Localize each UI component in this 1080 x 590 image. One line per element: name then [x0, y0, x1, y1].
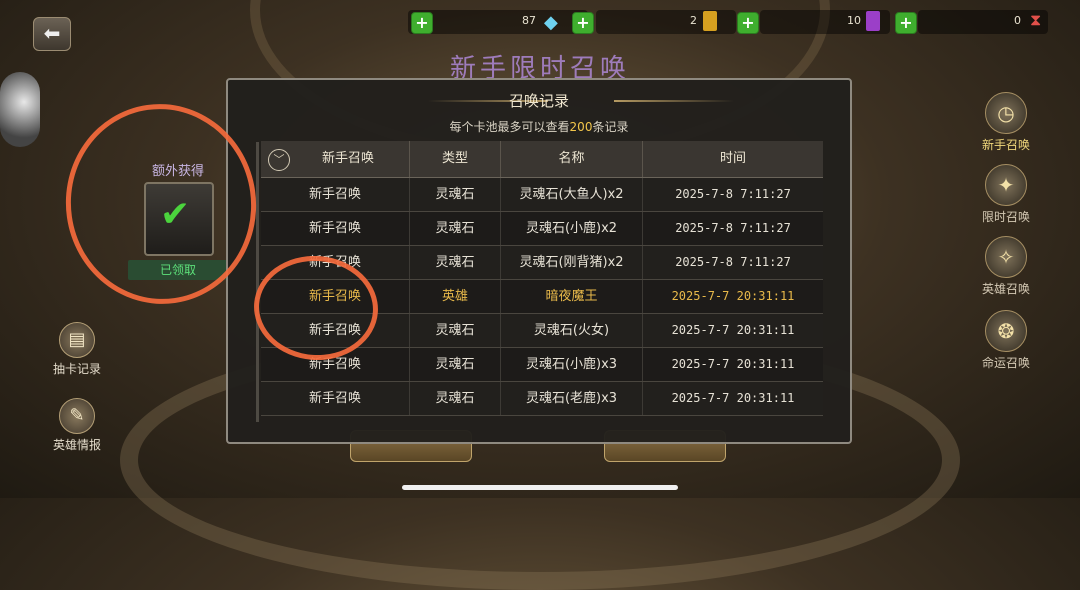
back-arrow-icon: ⬅ — [43, 21, 61, 45]
right-menu-fate-summon[interactable]: ❂ 命运召唤 — [966, 310, 1046, 371]
row-pool: 新手召唤 — [261, 178, 410, 211]
diamond-icon: ◆ — [544, 12, 558, 33]
emblem-icon: ✦ — [985, 164, 1027, 206]
gold-card-icon — [703, 11, 717, 31]
right-menu-label: 英雄召唤 — [981, 282, 1030, 296]
row-type: 灵魂石 — [410, 382, 501, 415]
row-time: 2025-7-8 7:11:27 — [675, 187, 791, 201]
hourglass-icon: ⧗ — [1030, 10, 1042, 29]
row-time: 2025-7-7 20:31:11 — [671, 391, 795, 405]
row-type: 灵魂石 — [410, 178, 501, 211]
scroll-record-icon: ▤ — [59, 322, 95, 358]
table-header: ﹀ 新手召唤 类型 名称 时间 — [261, 141, 823, 178]
right-menu-limited-summon[interactable]: ✦ 限时召唤 — [966, 164, 1046, 225]
hero-info-icon: ✎ — [59, 398, 95, 434]
gold-card-count: 2 — [690, 14, 697, 27]
row-type: 灵魂石 — [410, 314, 501, 347]
table-scrollbar[interactable] — [256, 142, 259, 422]
table-row: 新手召唤 灵魂石 灵魂石(小鹿)x2 2025-7-8 7:11:27 — [261, 212, 823, 246]
mascot-avatar[interactable] — [0, 72, 40, 147]
header-type: 类型 — [410, 141, 501, 177]
add-diamond-button[interactable]: + — [411, 12, 433, 34]
back-button[interactable]: ⬅ — [33, 17, 71, 51]
row-name: 灵魂石(老鹿)x3 — [501, 382, 643, 415]
header-pool: 新手召唤 — [321, 151, 374, 166]
hero-info-label: 英雄情报 — [52, 438, 101, 452]
draw-record-label: 抽卡记录 — [52, 362, 101, 376]
table-row: 新手召唤 灵魂石 灵魂石(大鱼人)x2 2025-7-8 7:11:27 — [261, 178, 823, 212]
row-name: 灵魂石(小鹿)x3 — [501, 348, 643, 381]
hero-info-button[interactable]: ✎ 英雄情报 — [42, 398, 112, 453]
row-pool: 新手召唤 — [261, 382, 410, 415]
row-time: 2025-7-8 7:11:27 — [675, 221, 791, 235]
row-name: 灵魂石(刚背猪)x2 — [501, 246, 643, 279]
subtitle-count: 200 — [569, 120, 593, 134]
chevron-down-icon: ﹀ — [268, 149, 290, 171]
row-type: 灵魂石 — [410, 348, 501, 381]
add-hourglass-button[interactable]: + — [895, 12, 917, 34]
row-name: 灵魂石(大鱼人)x2 — [501, 178, 643, 211]
row-name: 灵魂石(火女) — [501, 314, 643, 347]
right-menu-hero-summon[interactable]: ✧ 英雄召唤 — [966, 236, 1046, 297]
header-time: 时间 — [719, 151, 746, 166]
purple-card-count: 10 — [847, 14, 861, 27]
right-menu-label: 命运召唤 — [981, 356, 1030, 370]
row-name: 暗夜魔王 — [501, 280, 643, 313]
diamond-count: 87 — [522, 14, 536, 27]
row-time: 2025-7-8 7:11:27 — [675, 255, 791, 269]
row-time: 2025-7-7 20:31:11 — [671, 289, 795, 303]
row-type: 英雄 — [410, 280, 501, 313]
row-time: 2025-7-7 20:31:11 — [671, 323, 795, 337]
add-purple-card-button[interactable]: + — [737, 12, 759, 34]
hero-emblem-icon: ✧ — [985, 236, 1027, 278]
right-menu-label: 新手召唤 — [981, 138, 1030, 152]
currency-diamond — [408, 10, 588, 34]
subtitle-text-pre: 每个卡池最多可以查看 — [449, 120, 570, 134]
row-type: 灵魂石 — [410, 246, 501, 279]
clock-icon: ◷ — [985, 92, 1027, 134]
dialog-title: 召唤记录 — [508, 92, 569, 110]
fate-emblem-icon: ❂ — [985, 310, 1027, 352]
table-row: 新手召唤 灵魂石 灵魂石(老鹿)x3 2025-7-7 20:31:11 — [261, 382, 823, 416]
dialog-subtitle: 每个卡池最多可以查看200条记录 — [228, 118, 850, 135]
row-time: 2025-7-7 20:31:11 — [671, 357, 795, 371]
header-name: 名称 — [501, 141, 643, 177]
add-gold-card-button[interactable]: + — [572, 12, 594, 34]
draw-record-button[interactable]: ▤ 抽卡记录 — [42, 322, 112, 377]
row-name: 灵魂石(小鹿)x2 — [501, 212, 643, 245]
subtitle-text-post: 条记录 — [592, 120, 629, 134]
hourglass-count: 0 — [1014, 14, 1021, 27]
right-menu-novice-summon[interactable]: ◷ 新手召唤 — [966, 92, 1046, 153]
home-indicator[interactable] — [402, 485, 678, 490]
pool-filter-dropdown[interactable]: ﹀ 新手召唤 — [261, 141, 410, 177]
row-type: 灵魂石 — [410, 212, 501, 245]
purple-card-icon — [866, 11, 880, 31]
row-pool: 新手召唤 — [261, 212, 410, 245]
currency-hourglass — [918, 10, 1048, 34]
right-menu-label: 限时召唤 — [981, 210, 1030, 224]
